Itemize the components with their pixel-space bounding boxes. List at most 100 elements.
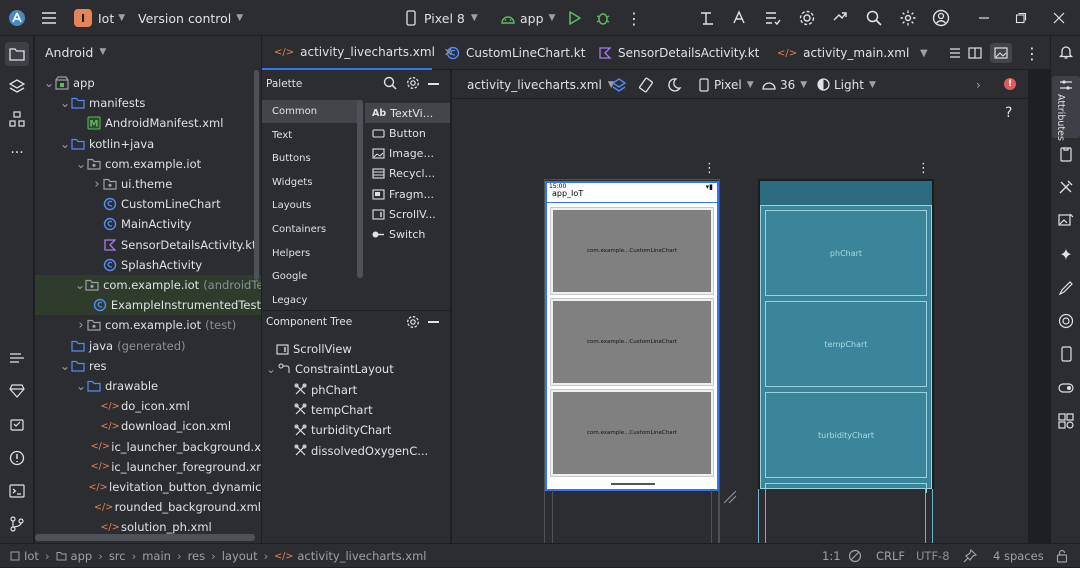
- notifications-button[interactable]: [1056, 42, 1076, 62]
- tab-activity-livecharts[interactable]: </> activity_livecharts.xml ✕: [262, 36, 453, 70]
- chevron-right-icon[interactable]: ›: [75, 318, 87, 333]
- chevron-down-icon[interactable]: ⌄: [59, 137, 71, 151]
- tool-icon-4[interactable]: [798, 0, 816, 36]
- vertical-scrollbar[interactable]: [254, 70, 259, 280]
- tab-sensordetails[interactable]: SensorDetailsActivity.kt: [598, 36, 759, 70]
- design-preview[interactable]: 15:00 ▾▮ app_IoT com.example...CustomLin…: [545, 181, 719, 491]
- resource-manager-button[interactable]: [7, 76, 27, 96]
- minimize-icon[interactable]: [428, 83, 439, 85]
- tool-icon-5[interactable]: [831, 0, 849, 36]
- account-button[interactable]: [932, 0, 950, 36]
- gemini-button[interactable]: [1056, 311, 1076, 331]
- tree-row[interactable]: ⌄ res: [35, 356, 261, 376]
- resize-handle-icon[interactable]: [722, 489, 738, 505]
- tree-row[interactable]: </> download_icon.xml: [35, 416, 261, 436]
- lock-icon[interactable]: [1056, 544, 1068, 568]
- tree-row[interactable]: java (generated): [35, 336, 261, 356]
- line-separator[interactable]: CRLF: [876, 544, 905, 568]
- horizontal-scrollbar[interactable]: [35, 534, 255, 541]
- preview-chart[interactable]: com.example...CustomLineChart: [550, 207, 714, 295]
- tree-row[interactable]: ⌄ manifests: [35, 93, 261, 113]
- tree-row[interactable]: SplashActivity: [35, 255, 261, 275]
- search-icon[interactable]: [383, 76, 397, 90]
- chevron-down-icon[interactable]: ⌄: [75, 379, 87, 393]
- close-window-button[interactable]: [1053, 0, 1065, 36]
- palette-category[interactable]: Legacy: [262, 289, 362, 312]
- tree-row[interactable]: ExampleInstrumentedTest: [35, 295, 261, 316]
- breadcrumb-item[interactable]: layout: [222, 549, 258, 563]
- palette-category[interactable]: Common: [262, 100, 362, 123]
- attributes-tab[interactable]: Attributes: [1052, 76, 1080, 141]
- tree-row[interactable]: ⌄ com.example.iot(androidTest): [35, 275, 261, 295]
- split-view-button[interactable]: [968, 36, 982, 70]
- chevron-right-icon[interactable]: ›: [91, 177, 103, 192]
- design-surface-button[interactable]: [611, 77, 627, 93]
- palette-category[interactable]: Layouts: [262, 194, 362, 217]
- palette-item[interactable]: Ab TextVi...: [365, 103, 450, 123]
- git-button[interactable]: [7, 514, 27, 534]
- component-node[interactable]: phChart: [262, 380, 357, 400]
- pin-icon[interactable]: [963, 544, 977, 568]
- tree-row[interactable]: ⌄ drawable: [35, 376, 261, 396]
- blueprint-chart[interactable]: phChart: [765, 210, 927, 296]
- palette-category[interactable]: Buttons: [262, 147, 362, 170]
- blueprint-chart[interactable]: turbidityChart: [765, 392, 927, 478]
- project-tool-button[interactable]: [5, 42, 29, 66]
- toolbar-overflow-icon[interactable]: ›: [976, 70, 981, 99]
- preview-chart[interactable]: com.example...CustomLineChart: [550, 298, 714, 386]
- device-file-button[interactable]: [1056, 144, 1076, 164]
- palette-category[interactable]: Widgets: [262, 171, 362, 194]
- layout-file-selector[interactable]: activity_livecharts.xml ▼: [467, 70, 615, 99]
- debug-button[interactable]: [595, 0, 611, 36]
- breadcrumb-item[interactable]: activity_livecharts.xml: [297, 549, 426, 563]
- tools-button[interactable]: [1056, 177, 1076, 197]
- inspections-icon[interactable]: [848, 544, 862, 568]
- minimize-button[interactable]: [978, 0, 990, 36]
- structure-button[interactable]: [7, 109, 27, 129]
- tool-icon-3[interactable]: [764, 0, 782, 36]
- palette-category[interactable]: Google: [262, 265, 362, 288]
- night-mode-button[interactable]: [666, 77, 682, 93]
- theme-selector[interactable]: Light ▼: [817, 70, 876, 99]
- palette-item[interactable]: Image...: [366, 144, 434, 164]
- emulator-button[interactable]: [1056, 378, 1076, 398]
- more-actions-icon[interactable]: ⋮: [626, 0, 642, 36]
- layout-inspector-button[interactable]: [1056, 411, 1076, 431]
- run-config-selector[interactable]: app ▼: [500, 0, 555, 36]
- pen-tool-button[interactable]: [1056, 278, 1076, 298]
- minimize-icon[interactable]: [428, 321, 439, 323]
- design-view-button[interactable]: [990, 43, 1012, 63]
- chevron-down-icon[interactable]: ⌄: [59, 359, 71, 373]
- code-view-button[interactable]: [948, 36, 962, 70]
- api-level-selector[interactable]: 36 ▼: [762, 70, 807, 99]
- breadcrumb-item[interactable]: app: [71, 549, 93, 563]
- gem-tool-button[interactable]: [7, 381, 27, 401]
- breadcrumb-item[interactable]: main: [142, 549, 171, 563]
- running-devices-button[interactable]: [1056, 344, 1076, 364]
- tree-row[interactable]: › ui.theme: [35, 174, 261, 194]
- tree-row[interactable]: › com.example.iot (test): [35, 315, 261, 335]
- preview-device-selector[interactable]: Pixel ▼: [698, 70, 754, 99]
- tree-row[interactable]: </> levitation_button_dynamic: [35, 477, 261, 497]
- restore-button[interactable]: [1015, 0, 1027, 36]
- tree-row[interactable]: ⌄ kotlin+java: [35, 134, 261, 154]
- component-node[interactable]: ScrollView: [262, 339, 352, 359]
- tab-activity-main[interactable]: </> activity_main.xml: [777, 36, 909, 70]
- breadcrumb-item[interactable]: res: [188, 549, 206, 563]
- main-menu-icon[interactable]: [40, 0, 58, 36]
- breadcrumb-item[interactable]: Iot: [24, 549, 39, 563]
- component-node[interactable]: ⌄ ConstraintLayout: [262, 359, 393, 379]
- project-selector[interactable]: I Iot ▼: [74, 0, 125, 36]
- sparkle-icon[interactable]: ✦: [1056, 244, 1076, 264]
- indent-setting[interactable]: 4 spaces: [993, 544, 1044, 568]
- chevron-down-icon[interactable]: ⌄: [43, 76, 55, 90]
- blueprint-preview[interactable]: phChart tempChart turbidityChart: [758, 179, 934, 493]
- editor-more-icon[interactable]: ⋮: [1024, 36, 1040, 70]
- chevron-down-icon[interactable]: ⌄: [75, 278, 85, 292]
- settings-button[interactable]: [899, 0, 917, 36]
- project-view-selector[interactable]: Android ▼: [45, 36, 106, 68]
- chevron-down-icon[interactable]: ⌄: [75, 157, 87, 171]
- palette-scrollbar[interactable]: [357, 100, 363, 278]
- component-node[interactable]: tempChart: [262, 400, 373, 420]
- palette-category[interactable]: Helpers: [262, 242, 362, 265]
